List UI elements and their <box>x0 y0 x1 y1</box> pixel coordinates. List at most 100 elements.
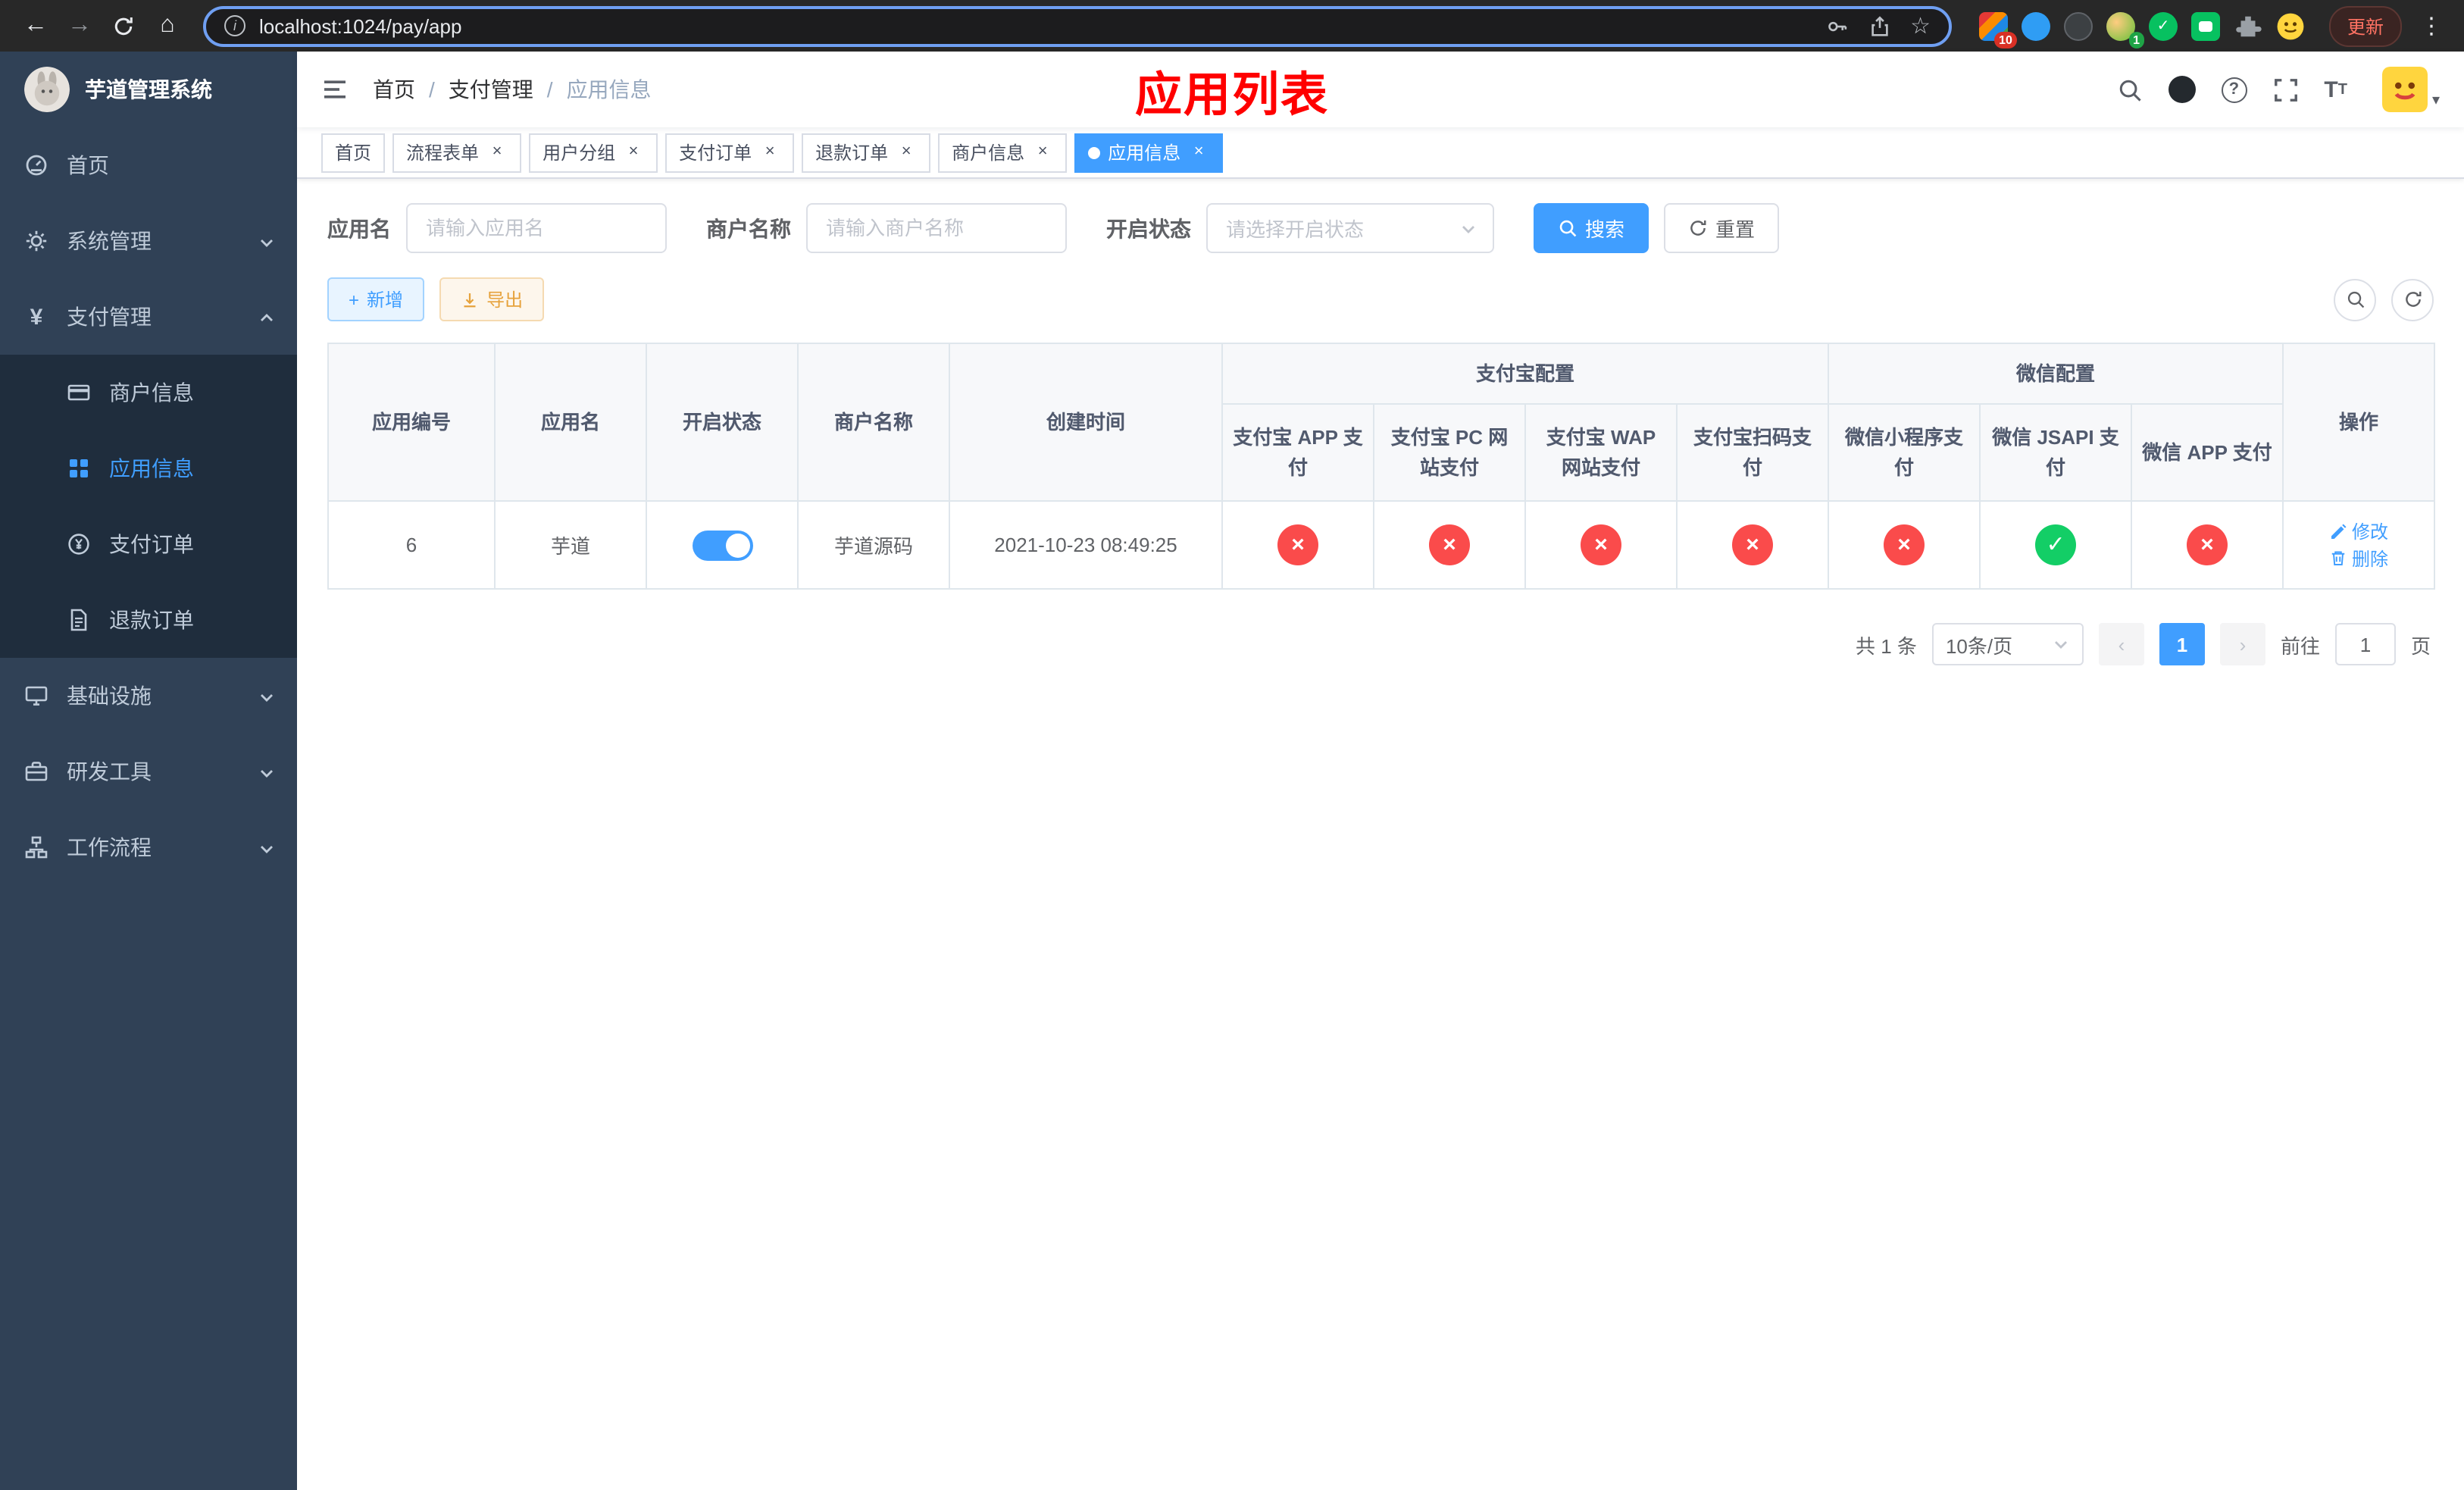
sidebar: 芋道管理系统 首页 系统管理 ¥ 支付管理 商户信息 应用信息 支付订单 退款订… <box>0 52 297 1490</box>
sidebar-item-dev-tools[interactable]: 研发工具 <box>0 734 297 809</box>
tab-close-icon[interactable]: × <box>896 142 917 163</box>
browser-back-button[interactable]: ← <box>15 5 56 46</box>
browser-reload-button[interactable] <box>103 5 144 46</box>
toggle-search-button[interactable] <box>2334 278 2376 321</box>
edit-link[interactable]: 修改 <box>2329 518 2388 544</box>
tab-close-icon[interactable]: × <box>1188 142 1209 163</box>
sidebar-item-home[interactable]: 首页 <box>0 127 297 203</box>
site-info-icon[interactable]: i <box>224 15 245 36</box>
prev-page-button[interactable]: ‹ <box>2098 623 2144 665</box>
goto-page-input[interactable] <box>2334 623 2396 665</box>
sidebar-item-payment[interactable]: ¥ 支付管理 <box>0 279 297 355</box>
sidebar-item-label: 基础设施 <box>67 684 152 708</box>
extension-drop-icon[interactable] <box>2021 11 2050 40</box>
wx-jsapi-status-icon: ✓ <box>2035 524 2077 565</box>
extension-dark-icon[interactable] <box>2063 11 2093 40</box>
sidebar-item-label: 商户信息 <box>109 380 194 405</box>
tab-process-form[interactable]: 流程表单 × <box>392 133 522 172</box>
col-wx-jsapi: 微信 JSAPI 支付 <box>1979 403 2133 502</box>
breadcrumb-home[interactable]: 首页 <box>373 74 415 105</box>
col-wx-mini: 微信小程序支付 <box>1828 403 1981 502</box>
font-size-icon[interactable]: TT <box>2324 77 2347 102</box>
browser-menu-button[interactable]: ⋮ <box>2414 12 2449 39</box>
trash-icon <box>2331 551 2345 565</box>
tab-pay-orders[interactable]: 支付订单 × <box>665 133 795 172</box>
sidebar-item-workflow[interactable]: 工作流程 <box>0 809 297 885</box>
sidebar-item-label: 首页 <box>67 153 109 177</box>
search-button[interactable]: 搜索 <box>1534 203 1649 253</box>
github-icon[interactable] <box>2168 76 2196 103</box>
payment-submenu: 商户信息 应用信息 支付订单 退款订单 <box>0 355 297 658</box>
user-avatar-menu[interactable]: ▾ <box>2381 67 2440 112</box>
browser-profile-avatar[interactable] <box>2276 11 2305 40</box>
top-navbar: 首页 / 支付管理 / 应用信息 应用列表 ? TT ▾ <box>297 52 2464 127</box>
extension-blocker-icon[interactable]: 10 <box>1978 11 2017 48</box>
sidebar-item-pay-orders[interactable]: 支付订单 <box>0 506 297 582</box>
caret-down-icon: ▾ <box>2431 92 2440 109</box>
col-alipay-pc: 支付宝 PC 网站支付 <box>1373 403 1526 502</box>
tab-close-icon[interactable]: × <box>1032 142 1053 163</box>
extensions-puzzle-icon[interactable] <box>2234 11 2262 40</box>
extension-green-circle-icon[interactable]: ✓ <box>2148 11 2178 40</box>
extension-chat-icon[interactable] <box>2190 11 2220 40</box>
tab-merchant-info[interactable]: 商户信息 × <box>938 133 1068 172</box>
alipay-wap-status-icon: × <box>1581 524 1621 565</box>
tab-home[interactable]: 首页 <box>321 133 386 172</box>
breadcrumb-section[interactable]: 支付管理 <box>449 74 533 105</box>
sidebar-item-merchant-info[interactable]: 商户信息 <box>0 355 297 430</box>
goto-suffix: 页 <box>2410 634 2431 657</box>
tab-close-icon[interactable]: × <box>486 142 508 163</box>
tab-close-icon[interactable]: × <box>623 142 644 163</box>
col-merchant: 商户名称 <box>797 343 950 502</box>
yen-icon: ¥ <box>30 304 43 330</box>
tab-close-icon[interactable]: × <box>759 142 780 163</box>
tab-app-info[interactable]: 应用信息 × <box>1074 133 1224 172</box>
app-frame: 芋道管理系统 首页 系统管理 ¥ 支付管理 商户信息 应用信息 支付订单 退款订… <box>0 52 2464 1490</box>
chevron-down-icon <box>258 762 276 781</box>
search-icon[interactable] <box>2116 77 2142 102</box>
help-icon[interactable]: ? <box>2221 77 2247 102</box>
delete-link[interactable]: 删除 <box>2329 545 2388 571</box>
sidebar-item-infra[interactable]: 基础设施 <box>0 658 297 734</box>
active-tab-dot <box>1088 146 1101 158</box>
sidebar-item-app-info[interactable]: 应用信息 <box>0 430 297 506</box>
browser-forward-button[interactable]: → <box>59 5 100 46</box>
status-select[interactable]: 请选择开启状态 <box>1206 203 1494 253</box>
merchant-name-input[interactable] <box>806 203 1067 253</box>
logo-avatar <box>24 67 70 112</box>
alipay-qr-status-icon: × <box>1732 524 1773 565</box>
table-row: 6 芋道 芋道源码 2021-10-23 08:49:25 × × × × × <box>327 500 2436 590</box>
bookmark-star-icon[interactable]: ☆ <box>1910 12 1931 39</box>
screen: ← → ⌂ i localhost:1024/pay/app ☆ 10 1 ✓ … <box>0 0 2464 1490</box>
url-text[interactable]: localhost:1024/pay/app <box>259 14 1806 37</box>
address-bar[interactable]: i localhost:1024/pay/app ☆ <box>203 5 1952 46</box>
tab-user-group[interactable]: 用户分组 × <box>529 133 658 172</box>
next-page-button[interactable]: › <box>2219 623 2265 665</box>
add-button[interactable]: + 新增 <box>327 277 425 321</box>
refresh-table-button[interactable] <box>2391 278 2434 321</box>
extension-avatar-icon[interactable]: 1 <box>2106 11 2144 48</box>
browser-home-button[interactable]: ⌂ <box>147 5 188 46</box>
col-alipay-wap: 支付宝 WAP 网站支付 <box>1524 403 1678 502</box>
fullscreen-icon[interactable] <box>2272 77 2298 102</box>
current-page-button[interactable]: 1 <box>2159 623 2205 665</box>
data-table: 应用编号 应用名 开启状态 商户名称 创建时间 支付宝配置 微信配置 操作 支付… <box>327 343 2436 590</box>
pay-order-icon <box>67 532 91 556</box>
sidebar-item-system[interactable]: 系统管理 <box>0 203 297 279</box>
sidebar-toggle-icon[interactable] <box>321 76 349 103</box>
tab-refund-orders[interactable]: 退款订单 × <box>802 133 931 172</box>
browser-update-button[interactable]: 更新 <box>2328 5 2402 46</box>
sidebar-logo[interactable]: 芋道管理系统 <box>0 52 297 127</box>
reset-button[interactable]: 重置 <box>1664 203 1780 253</box>
status-toggle[interactable] <box>692 530 752 560</box>
page-size-select[interactable]: 10条/页 <box>1931 623 2084 665</box>
sidebar-item-refund-orders[interactable]: 退款订单 <box>0 582 297 658</box>
extensions-row: 10 1 ✓ <box>1967 11 2317 48</box>
main-area: 首页 / 支付管理 / 应用信息 应用列表 ? TT ▾ 首页 流程表单 × 用… <box>297 52 2464 1490</box>
password-key-icon[interactable] <box>1825 14 1848 37</box>
browser-toolbar: ← → ⌂ i localhost:1024/pay/app ☆ 10 1 ✓ … <box>0 0 2464 52</box>
app-name-input[interactable] <box>406 203 667 253</box>
share-icon[interactable] <box>1868 14 1890 37</box>
status-select-placeholder: 请选择开启状态 <box>1226 218 1365 241</box>
export-button[interactable]: 导出 <box>439 277 545 321</box>
